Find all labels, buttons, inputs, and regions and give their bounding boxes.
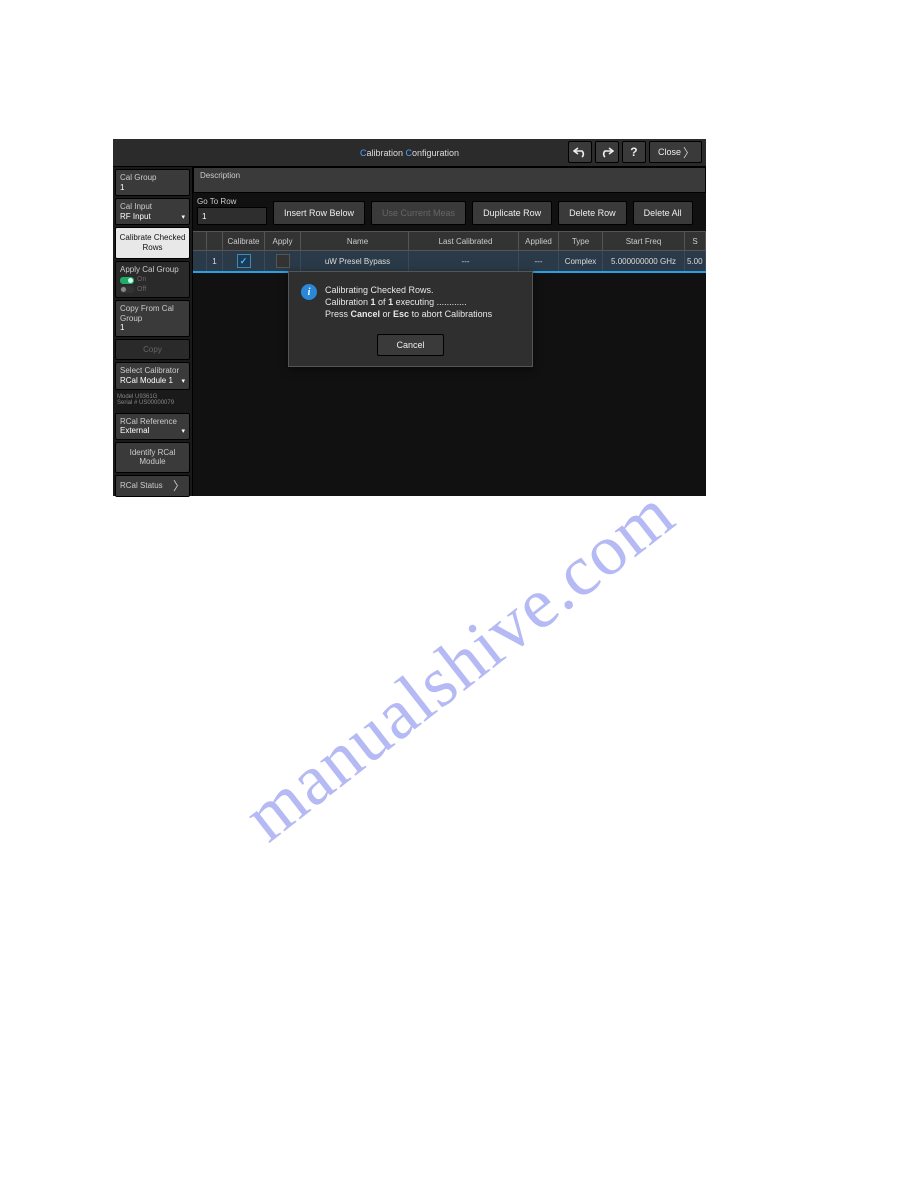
info-icon: i — [301, 284, 317, 300]
sidebar: Cal Group 1 Cal Input RF Input Calibrate… — [113, 167, 193, 496]
action-row: Go To Row Insert Row Below Use Current M… — [193, 193, 706, 231]
delete-all-button[interactable]: Delete All — [633, 201, 693, 225]
redo-button[interactable] — [595, 141, 619, 163]
insert-row-button[interactable]: Insert Row Below — [273, 201, 365, 225]
sidebar-copy-from[interactable]: Copy From Cal Group 1 — [115, 300, 190, 337]
use-current-meas-button: Use Current Meas — [371, 201, 466, 225]
sidebar-apply-cal-group: Apply Cal Group On Off — [115, 261, 190, 298]
cancel-button[interactable]: Cancel — [377, 334, 443, 356]
dialog-message: Calibrating Checked Rows. Calibration 1 … — [325, 284, 492, 320]
sidebar-serial-info: Model U9361G Serial # US00000079 — [115, 392, 190, 411]
watermark-text: manualshive.com — [228, 472, 690, 858]
sidebar-identify-rcal[interactable]: Identify RCal Module — [115, 442, 190, 473]
header-name: Name — [301, 232, 409, 251]
undo-button[interactable] — [568, 141, 592, 163]
header-applied: Applied — [519, 232, 559, 251]
header-calibrate: Calibrate — [223, 232, 265, 251]
sidebar-cal-input[interactable]: Cal Input RF Input — [115, 198, 190, 225]
duplicate-row-button[interactable]: Duplicate Row — [472, 201, 552, 225]
help-button[interactable]: ? — [622, 141, 646, 163]
sidebar-rcal-reference[interactable]: RCal Reference External — [115, 413, 190, 440]
calibrating-dialog: i Calibrating Checked Rows. Calibration … — [288, 271, 533, 367]
chevron-right-icon: 〉 — [683, 144, 695, 161]
toggle-off-icon — [120, 286, 134, 293]
goto-row-input[interactable] — [197, 207, 267, 225]
header-extra: S — [685, 232, 706, 251]
titlebar: Calibration Configuration ? Close〉 — [113, 139, 706, 167]
window-title: Calibration Configuration — [360, 148, 459, 158]
sidebar-rcal-status[interactable]: RCal Status 〉 — [115, 475, 190, 497]
delete-row-button[interactable]: Delete Row — [558, 201, 627, 225]
toggle-on-icon — [120, 277, 134, 284]
table-row[interactable]: 1 uW Presel Bypass --- --- Complex 5.000… — [193, 251, 706, 273]
row-last-calibrated: --- — [409, 251, 519, 271]
row-type: Complex — [559, 251, 603, 271]
description-bar[interactable]: Description — [193, 167, 706, 193]
header-apply: Apply — [265, 232, 301, 251]
titlebar-actions: ? Close〉 — [568, 141, 702, 163]
header-start-freq: Start Freq — [603, 232, 685, 251]
header-type: Type — [559, 232, 603, 251]
goto-row-label: Go To Row — [197, 197, 267, 206]
header-last: Last Calibrated — [409, 232, 519, 251]
chevron-right-icon: 〉 — [173, 479, 185, 493]
apply-checkbox[interactable] — [276, 254, 290, 268]
calibrate-checkbox[interactable] — [237, 254, 251, 268]
row-applied: --- — [519, 251, 559, 271]
table-header: Calibrate Apply Name Last Calibrated App… — [193, 231, 706, 251]
row-extra: 5.00 — [685, 251, 706, 271]
row-name: uW Presel Bypass — [301, 251, 409, 271]
row-start-freq: 5.000000000 GHz — [603, 251, 685, 271]
sidebar-cal-group[interactable]: Cal Group 1 — [115, 169, 190, 196]
redo-icon — [600, 146, 614, 158]
sidebar-select-calibrator[interactable]: Select Calibrator RCal Module 1 — [115, 362, 190, 389]
sidebar-calibrate-checked-rows[interactable]: Calibrate Checked Rows — [115, 227, 190, 258]
sidebar-copy-button: Copy — [115, 339, 190, 361]
close-button[interactable]: Close〉 — [649, 141, 702, 163]
undo-icon — [573, 146, 587, 158]
row-number: 1 — [207, 251, 223, 271]
